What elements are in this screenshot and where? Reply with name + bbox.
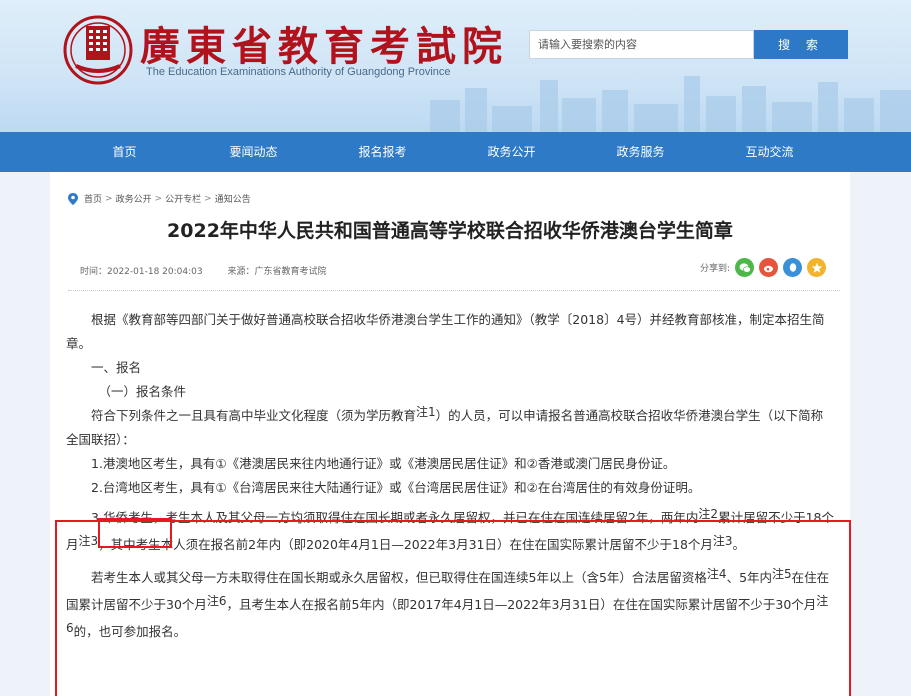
- text-span: 的，也可参加报名。: [73, 624, 187, 639]
- eligibility-paragraph: 符合下列条件之一且具有高中毕业文化程度（须为学历教育注1）的人员，可以申请报名普…: [66, 404, 834, 452]
- publish-time: 时间：2022-01-18 20:04:03: [80, 267, 203, 277]
- breadcrumb-separator: >: [204, 193, 212, 204]
- footnote-ref: 注4: [706, 567, 727, 581]
- overseas-label: 华侨考生，: [102, 510, 166, 525]
- footnote-ref: 注6: [206, 594, 227, 608]
- main-nav: 首页 要闻动态 报名报考 政务公开 政务服务 互动交流: [0, 132, 911, 172]
- text-span: 符合下列条件之一且具有高中毕业文化程度（须为学历教育: [91, 408, 417, 423]
- item-number: 3.: [91, 510, 103, 525]
- article-panel: 首页 > 政务公开 > 公开专栏 > 通知公告 2022年中华人民共和国普通高等…: [50, 172, 850, 696]
- breadcrumb-notices[interactable]: 通知公告: [215, 192, 251, 205]
- nav-item-gov-affairs[interactable]: 政务公开: [447, 132, 576, 172]
- qq-icon[interactable]: [783, 258, 803, 277]
- article-meta: 时间：2022-01-18 20:04:03 来源：广东省教育考试院: [80, 264, 348, 277]
- list-item-hkmacau: 1.港澳地区考生，具有①《港澳居民来往内地通行证》或《港澳居民居住证》和②香港或…: [91, 456, 676, 471]
- subsection-heading: （一）报名条件: [98, 384, 187, 399]
- footnote-ref: 注3: [712, 534, 733, 548]
- footnote-ref: 注5: [772, 567, 792, 581]
- wechat-icon[interactable]: [735, 258, 755, 277]
- breadcrumb-separator: >: [105, 193, 113, 204]
- search-input[interactable]: [529, 30, 754, 59]
- share-bar: 分享到:: [700, 258, 827, 277]
- site-header: 廣東省教育考試院 The Education Examinations Auth…: [0, 0, 911, 132]
- breadcrumb-separator: >: [154, 193, 163, 204]
- breadcrumb-gov-affairs[interactable]: 政务公开: [116, 192, 152, 205]
- text-span: ，其中考生本人须在报名前2年内（即2020年4月1日—2022年3月31日）在住…: [98, 537, 713, 552]
- meta-divider: [68, 290, 840, 291]
- footnote-ref: 注3: [78, 534, 99, 548]
- text-span: 若考生本人或其父母一方未取得住在国长期或永久居留权，但已取得住在国连续5年以上（…: [91, 570, 707, 585]
- nav-item-interaction[interactable]: 互动交流: [705, 132, 834, 172]
- text-span: 。: [732, 537, 746, 552]
- text-span: 考生本人及其父母一方均须取得住在国长期或者永久居留权，并已在住在国连续居留2年，…: [165, 510, 699, 525]
- weibo-icon[interactable]: [759, 258, 779, 277]
- nav-item-home[interactable]: 首页: [60, 132, 189, 172]
- section-heading: 一、报名: [91, 360, 142, 375]
- institution-seal-logo: [63, 15, 133, 85]
- share-label: 分享到:: [700, 264, 731, 274]
- intro-paragraph: 根据《教育部等四部门关于做好普通高校联合招收华侨港澳台学生工作的通知》（教学〔2…: [66, 312, 825, 351]
- breadcrumb-home[interactable]: 首页: [84, 192, 102, 205]
- breadcrumb-column[interactable]: 公开专栏: [165, 192, 201, 205]
- breadcrumb: 首页 > 政务公开 > 公开专栏 > 通知公告: [68, 192, 251, 205]
- nav-item-registration[interactable]: 报名报考: [318, 132, 447, 172]
- nav-item-gov-services[interactable]: 政务服务: [576, 132, 705, 172]
- article-title: 2022年中华人民共和国普通高等学校联合招收华侨港澳台学生简章: [167, 220, 733, 242]
- list-item-overseas: 3.华侨考生，考生本人及其父母一方均须取得住在国长期或者永久居留权，并已在住在国…: [66, 504, 834, 558]
- skyline-decoration: [430, 76, 911, 132]
- site-subtitle: The Education Examinations Authority of …: [146, 66, 451, 78]
- location-pin-icon: [68, 192, 78, 205]
- nav-item-news[interactable]: 要闻动态: [189, 132, 318, 172]
- text-span: 、5年内: [726, 570, 773, 585]
- article-source: 来源：广东省教育考试院: [227, 267, 327, 277]
- article-body: 根据《教育部等四部门关于做好普通高校联合招收华侨港澳台学生工作的通知》（教学〔2…: [66, 308, 834, 645]
- list-item-taiwan: 2.台湾地区考生，具有①《台湾居民来往大陆通行证》或《台湾居民居住证》和②在台湾…: [91, 480, 701, 495]
- qzone-star-icon[interactable]: [807, 258, 827, 277]
- residency-paragraph: 若考生本人或其父母一方未取得住在国长期或永久居留权，但已取得住在国连续5年以上（…: [66, 564, 834, 645]
- text-span: ，且考生本人在报名前5年内（即2017年4月1日—2022年3月31日）在住在国…: [226, 597, 817, 612]
- search-button[interactable]: 搜 索: [754, 30, 848, 59]
- footnote-ref: 注2: [698, 507, 719, 521]
- footnote-ref: 注1: [416, 405, 436, 419]
- site-title: 廣東省教育考試院: [140, 23, 508, 70]
